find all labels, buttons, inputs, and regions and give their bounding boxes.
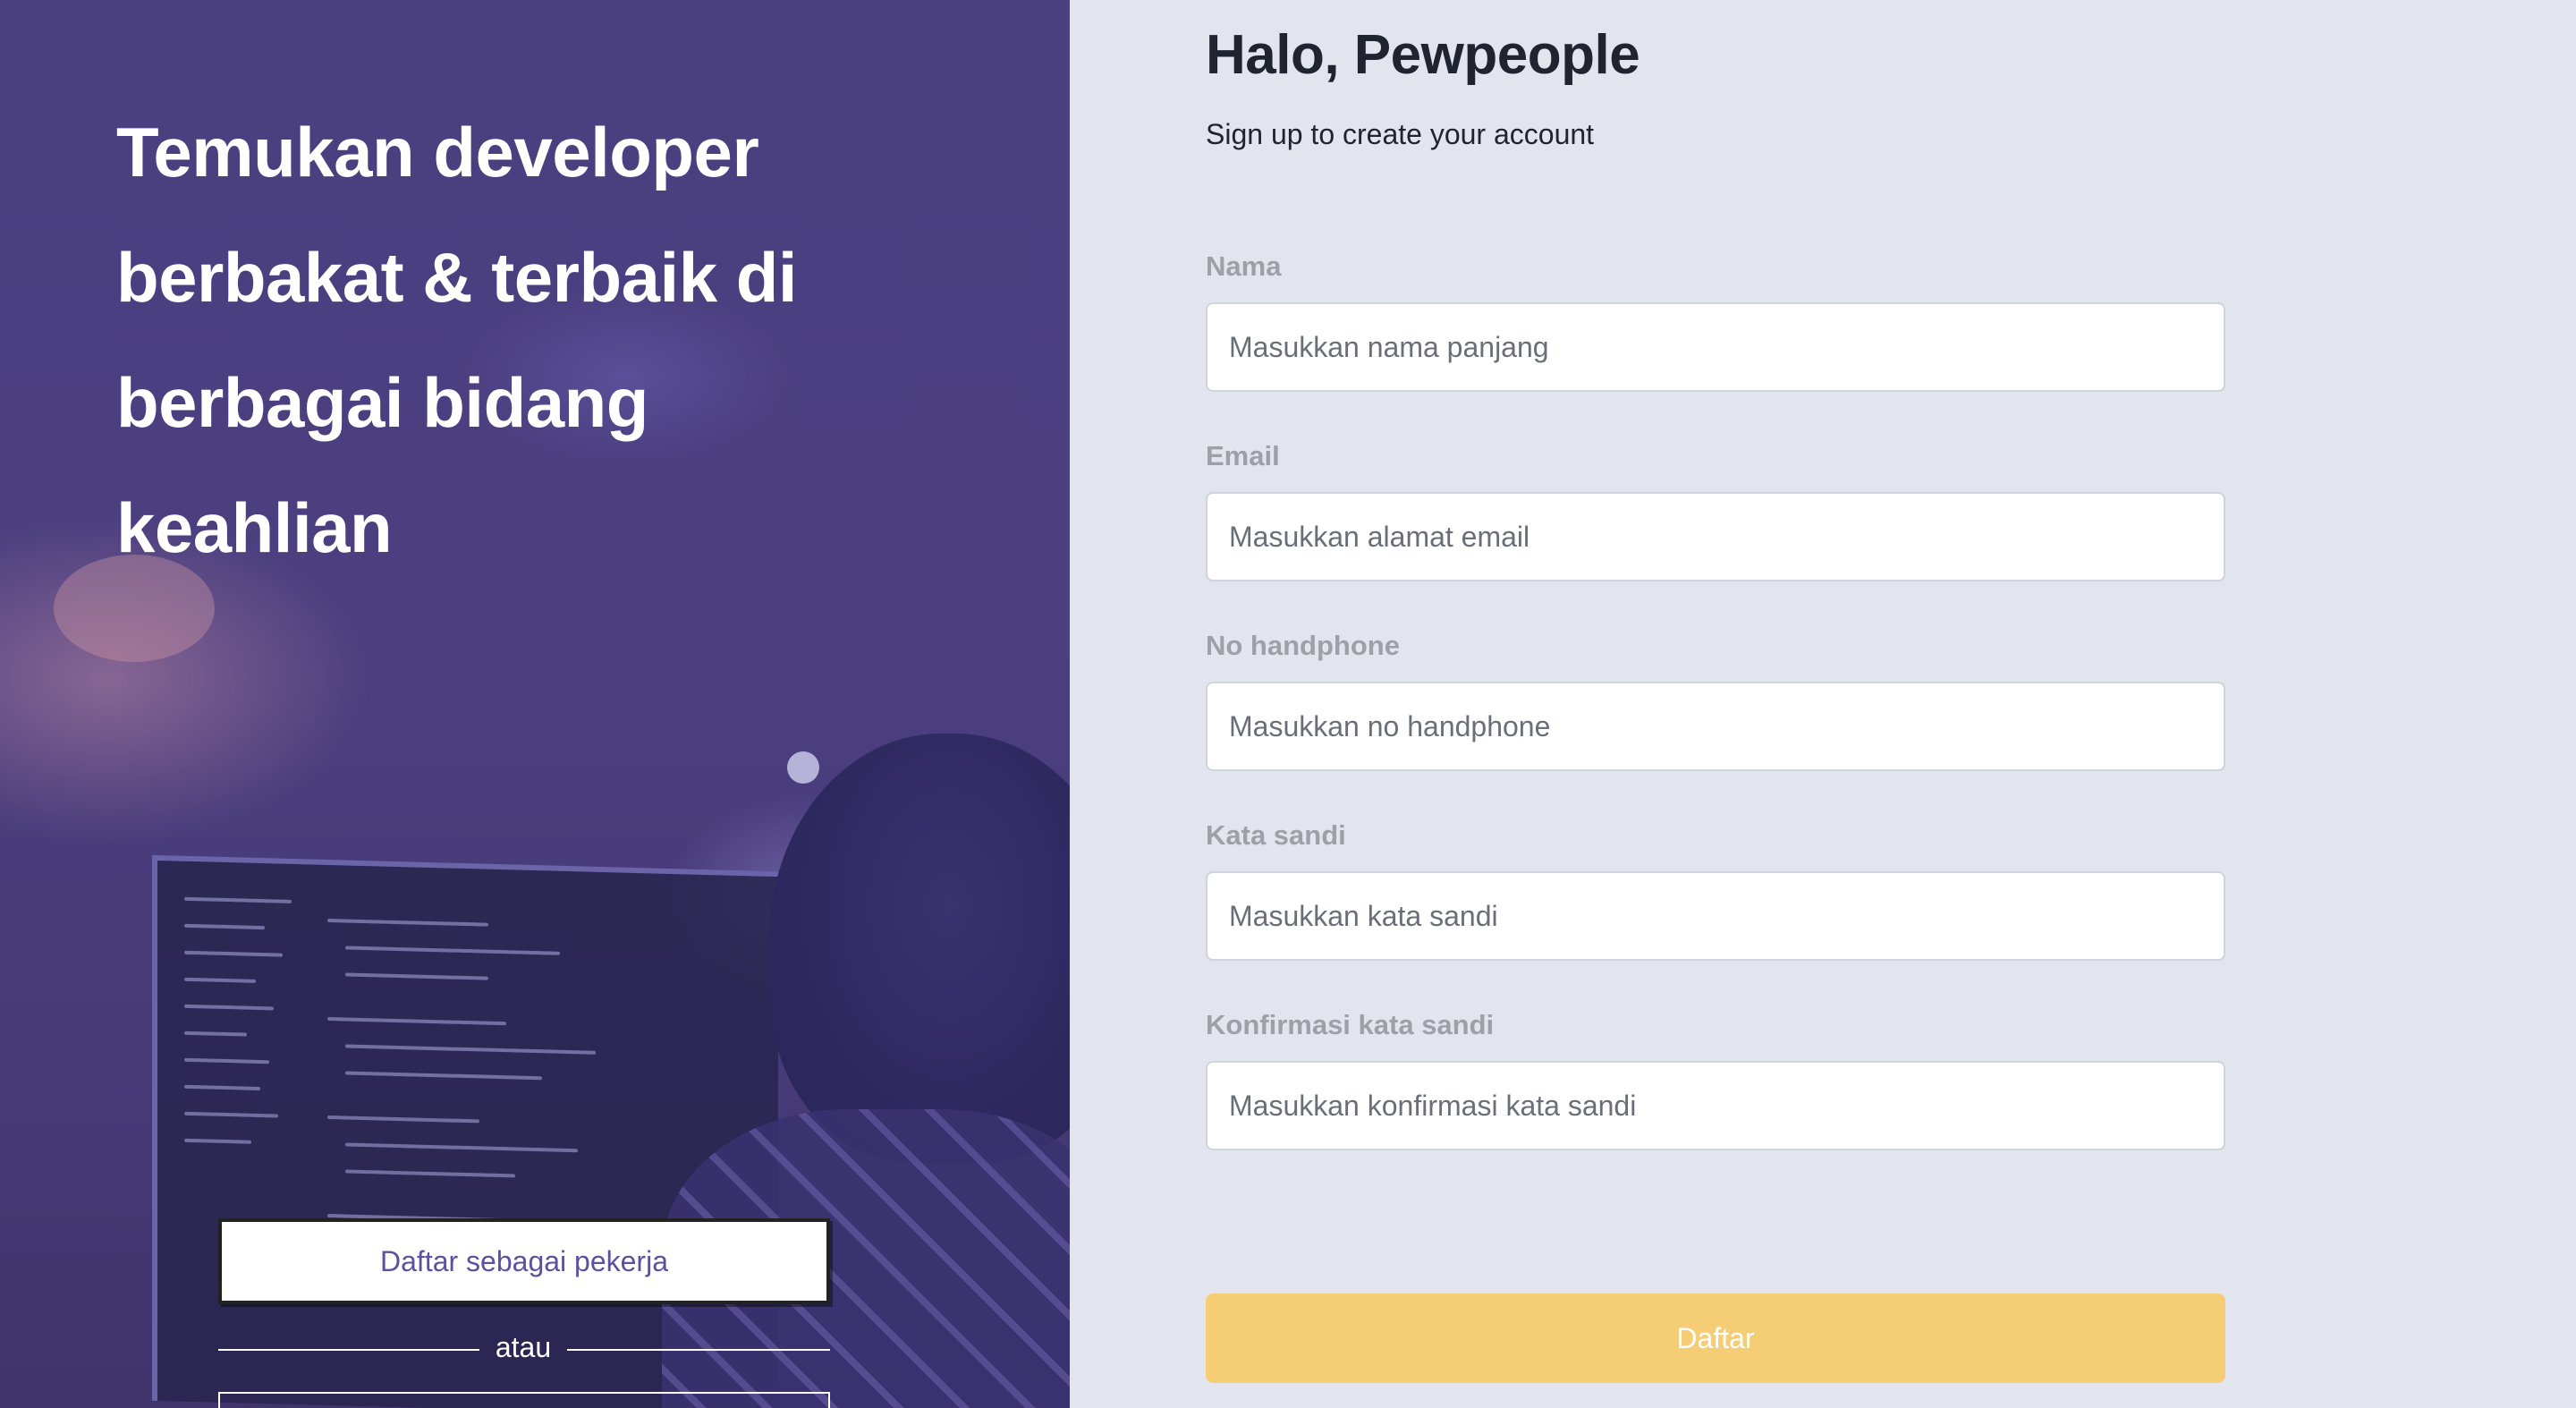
person-silhouette bbox=[769, 734, 1070, 1163]
email-label: Email bbox=[1206, 440, 1280, 471]
name-input[interactable] bbox=[1206, 302, 2225, 392]
page-title: Halo, Pewpeople bbox=[1206, 24, 1640, 86]
password-input[interactable] bbox=[1206, 871, 2225, 961]
name-label: Nama bbox=[1206, 250, 1282, 282]
confirm-password-label: Konfirmasi kata sandi bbox=[1206, 1009, 1495, 1040]
divider-text: atau bbox=[495, 1331, 552, 1363]
divider-line-right bbox=[567, 1349, 830, 1351]
register-as-recruiter-button[interactable] bbox=[218, 1392, 830, 1408]
hero-headline: Temukan developer berbakat & terbaik di … bbox=[116, 113, 798, 567]
phone-label: No handphone bbox=[1206, 630, 1400, 661]
submit-register-button[interactable]: Daftar bbox=[1206, 1293, 2225, 1383]
hero-panel: Temukan developer berbakat & terbaik di … bbox=[0, 0, 1070, 1408]
email-input[interactable] bbox=[1206, 492, 2225, 581]
confirm-password-input[interactable] bbox=[1206, 1061, 2225, 1150]
divider-line-left bbox=[218, 1349, 479, 1351]
register-as-worker-button[interactable]: Daftar sebagai pekerja bbox=[218, 1218, 830, 1304]
password-label: Kata sandi bbox=[1206, 819, 1346, 851]
page-subtitle: Sign up to create your account bbox=[1206, 118, 1595, 150]
phone-input[interactable] bbox=[1206, 682, 2225, 771]
background-light-blob bbox=[787, 751, 819, 784]
